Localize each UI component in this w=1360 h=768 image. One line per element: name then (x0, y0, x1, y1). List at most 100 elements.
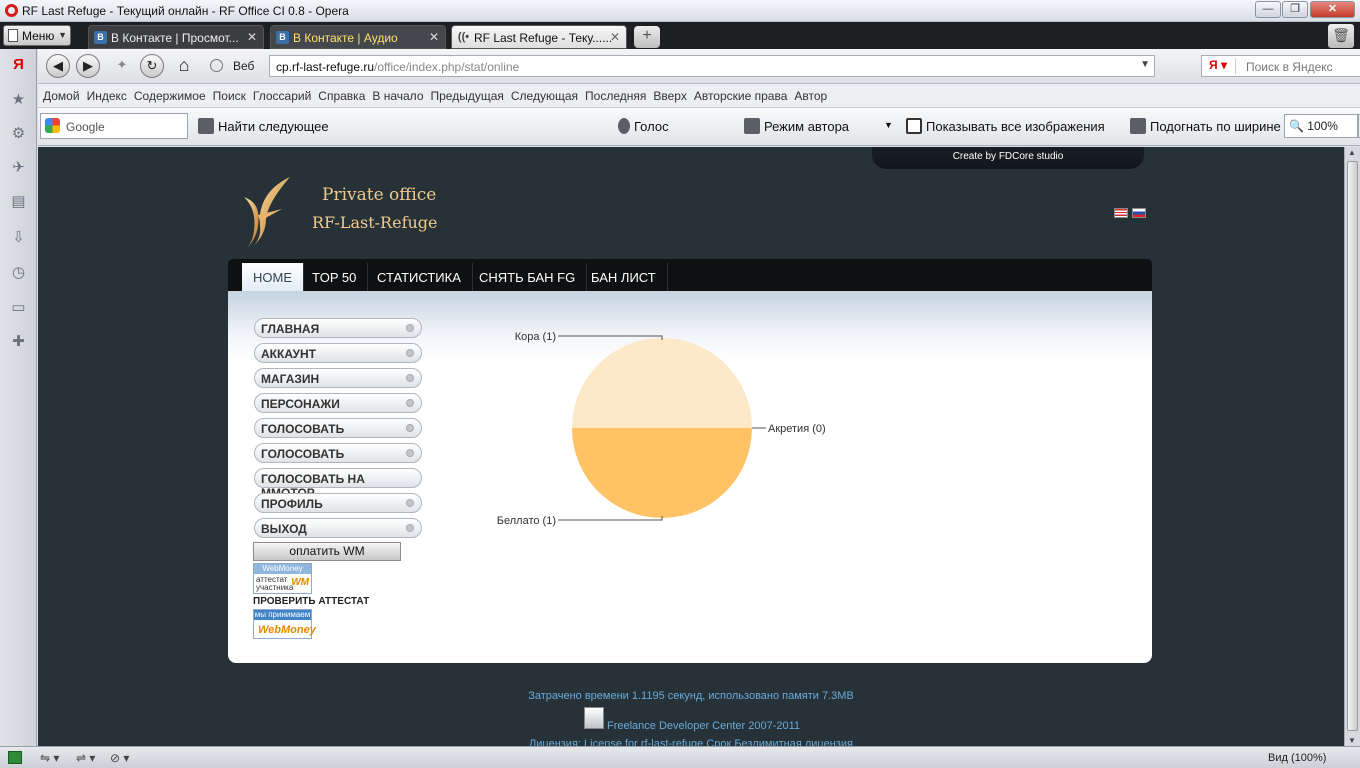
wand-icon[interactable]: ✦ (110, 54, 134, 78)
author-mode-label: Режим автора (764, 119, 850, 134)
tab-bar: Меню ▼ B В Контакте | Просмот... ✕ B В К… (0, 22, 1360, 49)
forward-button[interactable]: ▶ (76, 54, 100, 78)
tab-unban-fg[interactable]: СНЯТЬ БАН FG (468, 263, 588, 291)
wm-accept-badge[interactable]: мы принимаем WebMoney (253, 609, 316, 639)
nav-link-first[interactable]: В начало (372, 89, 423, 103)
status-zoom[interactable]: Вид (100%) (1268, 752, 1326, 764)
minimize-button[interactable]: — (1255, 1, 1281, 18)
reload-button[interactable]: ↻ (140, 54, 164, 78)
downloads-icon[interactable]: ⇩ (8, 227, 29, 248)
tab-vk-audio[interactable]: B В Контакте | Аудио ✕ (270, 25, 446, 49)
flag-russian-icon[interactable] (1132, 208, 1146, 218)
menu-main-label: ГЛАВНАЯ (261, 322, 320, 336)
zoom-selector[interactable]: 🔍 100% ▼ (1284, 114, 1360, 138)
panels-icon[interactable]: ▭ (8, 297, 29, 318)
yandex-icon[interactable]: Я (8, 54, 29, 75)
nav-link-glossary[interactable]: Глоссарий (253, 89, 311, 103)
block-content-icon[interactable]: ⊘ ▾ (110, 751, 129, 765)
menu-profile-button[interactable]: ПРОФИЛЬ (254, 493, 422, 513)
menu-characters-button[interactable]: ПЕРСОНАЖИ (254, 393, 422, 413)
wm-attestat-badge[interactable]: WebMoney аттестат участника WM (253, 563, 312, 594)
bullet-icon (406, 449, 414, 457)
author-mode-dropdown-icon[interactable]: ▼ (884, 120, 893, 130)
tab-label: RF Last Refuge - Теку...... (474, 31, 613, 45)
nav-link-copyright[interactable]: Авторские права (694, 89, 788, 103)
flag-english-icon[interactable] (1114, 208, 1128, 218)
nav-link-help[interactable]: Справка (318, 89, 365, 103)
url-path: /office/index.php/stat/online (374, 60, 520, 74)
url-dropdown-icon[interactable]: ▼ (1140, 59, 1150, 70)
tab-close-icon[interactable]: ✕ (610, 30, 620, 44)
nav-link-home[interactable]: Домой (43, 89, 80, 103)
turbo-icon[interactable]: ⇋ ▾ (40, 751, 59, 765)
home-icon[interactable]: ⌂ (172, 54, 196, 78)
url-domain: cp.rf-last-refuge.ru (276, 60, 375, 74)
close-window-button[interactable]: ✕ (1310, 1, 1355, 18)
check-attestat-link[interactable]: ПРОВЕРИТЬ АТТЕСТАТ (253, 596, 369, 607)
menu-vote-2-button[interactable]: ГОЛОСОВАТЬ (254, 443, 422, 463)
bullet-icon (406, 349, 414, 357)
nav-link-next[interactable]: Следующая (511, 89, 578, 103)
globe-icon (210, 59, 223, 72)
tab-home[interactable]: HOME (242, 263, 304, 291)
google-placeholder: Google (66, 120, 105, 134)
google-search-input[interactable]: Google (40, 113, 188, 139)
bullet-icon (406, 524, 414, 532)
search-engine-selector[interactable]: Я ▾ (1206, 58, 1236, 74)
tab-top50[interactable]: TOP 50 (301, 263, 369, 291)
tab-ban-list[interactable]: БАН ЛИСТ (580, 263, 668, 291)
maximize-button[interactable]: ❐ (1282, 1, 1308, 18)
find-next-button[interactable]: Найти следующее (198, 118, 329, 134)
scroll-down-icon[interactable]: ▼ (1348, 736, 1356, 745)
scrollbar-thumb[interactable] (1347, 161, 1358, 731)
menu-vote-button[interactable]: ГОЛОСОВАТЬ (254, 418, 422, 438)
trash-icon[interactable]: 🗑 (1328, 24, 1354, 48)
opera-menu-button[interactable]: Меню ▼ (3, 25, 71, 46)
nav-link-author[interactable]: Автор (794, 89, 827, 103)
settings-gear-icon[interactable]: ⚙ (8, 123, 29, 144)
url-input[interactable]: cp.rf-last-refuge.ru/office/index.php/st… (269, 55, 1155, 77)
unite-icon[interactable]: ✈ (8, 157, 29, 178)
tab-statistics[interactable]: СТАТИСТИКА (366, 263, 473, 291)
back-button[interactable]: ◀ (46, 54, 70, 78)
pay-wm-button[interactable]: оплатить WM (253, 542, 401, 561)
nav-link-search[interactable]: Поиск (213, 89, 246, 103)
bookmarks-star-icon[interactable]: ★ (8, 89, 29, 110)
nav-link-previous[interactable]: Предыдущая (431, 89, 504, 103)
menu-main-button[interactable]: ГЛАВНАЯ (254, 318, 422, 338)
tab-label: В Контакте | Просмот... (111, 31, 239, 45)
voice-button[interactable]: Голос (618, 118, 669, 134)
scroll-up-icon[interactable]: ▲ (1348, 148, 1356, 157)
author-mode-button[interactable]: Режим автора (744, 118, 849, 134)
vertical-scrollbar[interactable]: ▲ ▼ (1344, 147, 1360, 746)
web-badge-button[interactable]: Веб (204, 55, 264, 77)
online-pie-chart: Кора (1) Акретия (0) Беллато (1) (497, 331, 826, 527)
new-tab-button[interactable]: + (634, 26, 660, 48)
add-panel-icon[interactable]: ✚ (8, 331, 29, 352)
menu-logout-button[interactable]: ВЫХОД (254, 518, 422, 538)
menu-vote-mmotop-button[interactable]: ГОЛОСОВАТЬ НА MMOTOP (254, 468, 422, 500)
show-images-button[interactable]: Показывать все изображения (906, 118, 1105, 134)
nav-link-last[interactable]: Последняя (585, 89, 646, 103)
yandex-search-input[interactable]: Я ▾ Поиск в Яндекс 🔍 (1201, 55, 1360, 77)
panel-toggle-icon[interactable] (8, 751, 22, 764)
fdc-link[interactable]: Freelance Developer Center 2007-2011 (607, 720, 800, 732)
tab-rf-last-refuge[interactable]: ((• RF Last Refuge - Теку...... ✕ (451, 25, 627, 49)
menu-shop-button[interactable]: МАГАЗИН (254, 368, 422, 388)
tab-close-icon[interactable]: ✕ (429, 30, 439, 44)
nav-link-up[interactable]: Вверх (653, 89, 686, 103)
unite-status-icon[interactable]: ⇌ ▾ (76, 751, 95, 765)
nav-link-index[interactable]: Индекс (87, 89, 127, 103)
content-panel: ГЛАВНАЯ АККАУНТ МАГАЗИН ПЕРСОНАЖИ ГОЛОСО… (228, 291, 1152, 663)
history-clock-icon[interactable]: ◷ (8, 262, 29, 283)
menu-account-button[interactable]: АККАУНТ (254, 343, 422, 363)
author-mode-icon (744, 118, 760, 134)
tab-vk-view[interactable]: B В Контакте | Просмот... ✕ (88, 25, 264, 49)
nav-link-contents[interactable]: Содержимое (134, 89, 206, 103)
site-logo-icon (244, 177, 290, 249)
fdcore-credit: Create by FDCore studio (872, 147, 1144, 169)
menu-characters-label: ПЕРСОНАЖИ (261, 397, 340, 411)
notes-icon[interactable]: ▤ (8, 191, 29, 212)
fit-width-button[interactable]: Подогнать по ширине (1130, 118, 1281, 134)
tab-close-icon[interactable]: ✕ (247, 30, 257, 44)
